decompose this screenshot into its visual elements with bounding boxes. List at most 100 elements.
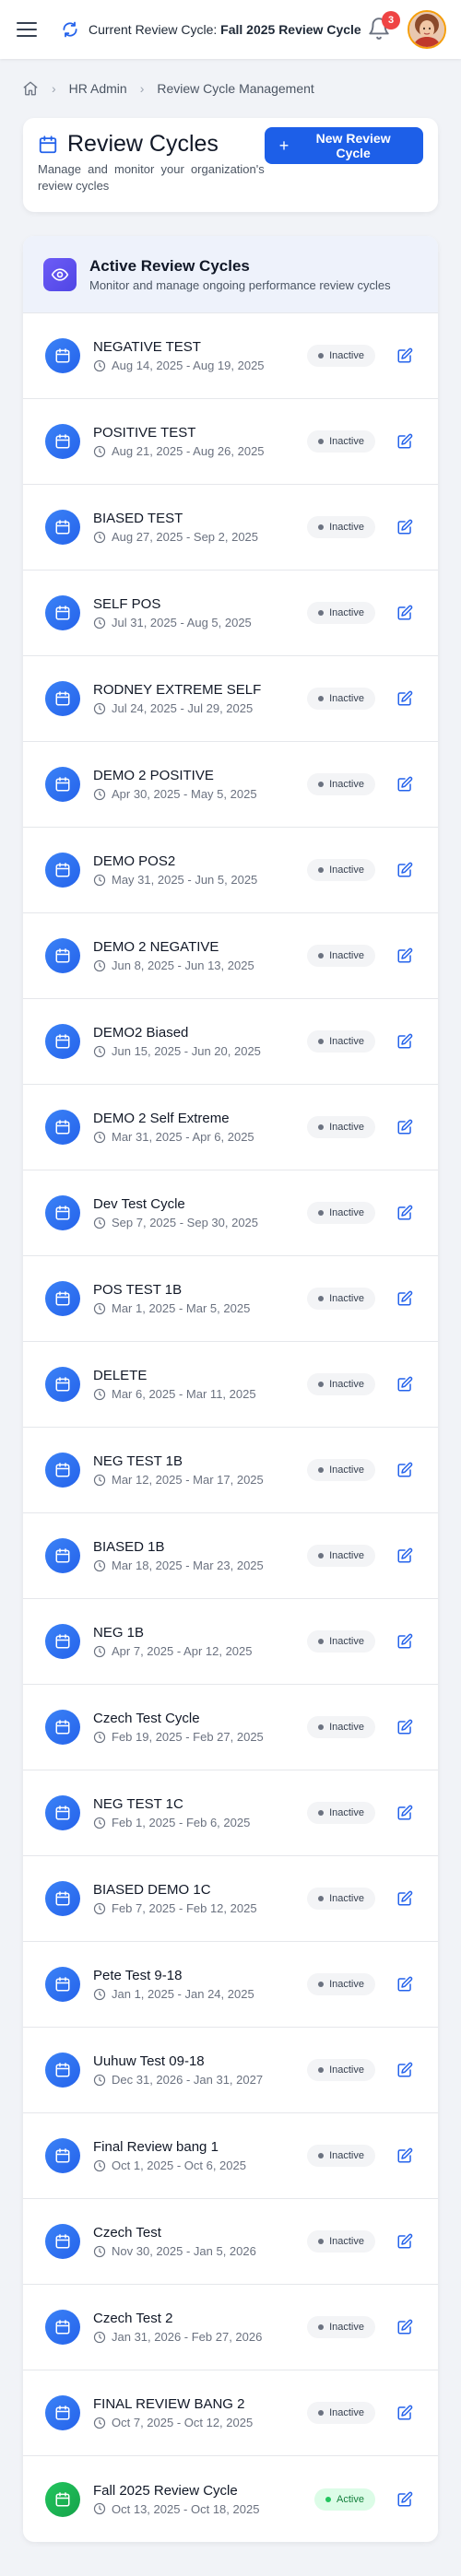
status-badge: Inactive [307, 1630, 375, 1653]
status-dot-icon [318, 2324, 325, 2330]
review-cycle-row[interactable]: NEGATIVE TEST Aug 14, 2025 - Aug 19, 2025… [23, 313, 438, 399]
review-cycle-row[interactable]: DEMO 2 Self Extreme Mar 31, 2025 - Apr 6,… [23, 1085, 438, 1170]
new-review-cycle-button[interactable]: + New Review Cycle [264, 127, 423, 164]
clock-icon [93, 788, 106, 801]
notifications-button[interactable]: 3 [367, 11, 400, 42]
menu-icon[interactable] [17, 22, 37, 37]
review-cycle-row[interactable]: Czech Test Nov 30, 2025 - Jan 5, 2026 Inac… [23, 2199, 438, 2285]
review-cycle-name: BIASED TEST [93, 511, 183, 526]
review-cycle-row[interactable]: Final Review bang 1 Oct 1, 2025 - Oct 6, … [23, 2113, 438, 2199]
edit-icon[interactable] [396, 604, 414, 622]
edit-icon[interactable] [396, 2490, 414, 2509]
calendar-icon [45, 1453, 80, 1488]
edit-icon[interactable] [396, 518, 414, 536]
edit-icon[interactable] [396, 861, 414, 879]
review-cycle-date-range: Jan 1, 2025 - Jan 24, 2025 [112, 1987, 254, 2001]
review-cycle-row[interactable]: SELF POS Jul 31, 2025 - Aug 5, 2025 Inacti… [23, 570, 438, 656]
review-cycle-date-range: Mar 18, 2025 - Mar 23, 2025 [112, 1559, 264, 1572]
edit-icon[interactable] [396, 1804, 414, 1822]
edit-icon[interactable] [396, 1032, 414, 1051]
review-cycle-row[interactable]: BIASED 1B Mar 18, 2025 - Mar 23, 2025 Inac… [23, 1513, 438, 1599]
edit-icon[interactable] [396, 432, 414, 451]
edit-icon[interactable] [396, 2061, 414, 2079]
edit-icon[interactable] [396, 2318, 414, 2336]
status-label: Inactive [329, 436, 364, 447]
status-badge: Inactive [307, 1459, 375, 1481]
review-cycle-date-range: Mar 31, 2025 - Apr 6, 2025 [112, 1130, 254, 1144]
edit-icon[interactable] [396, 2404, 414, 2422]
review-cycle-row[interactable]: Pete Test 9-18 Jan 1, 2025 - Jan 24, 2025… [23, 1942, 438, 2028]
review-cycle-row[interactable]: NEG TEST 1B Mar 12, 2025 - Mar 17, 2025 In… [23, 1428, 438, 1513]
edit-icon[interactable] [396, 2232, 414, 2251]
status-label: Inactive [329, 1636, 364, 1647]
edit-icon[interactable] [396, 1889, 414, 1908]
new-review-cycle-label: New Review Cycle [315, 131, 391, 160]
edit-icon[interactable] [396, 689, 414, 708]
review-cycle-row[interactable]: Czech Test 2 Jan 31, 2026 - Feb 27, 2026 I… [23, 2285, 438, 2370]
list-subtitle: Monitor and manage ongoing performance r… [89, 277, 391, 292]
edit-icon[interactable] [396, 2147, 414, 2165]
edit-icon[interactable] [396, 1547, 414, 1565]
review-cycle-rows: NEGATIVE TEST Aug 14, 2025 - Aug 19, 2025… [23, 313, 438, 2542]
review-cycle-dates: Jan 1, 2025 - Jan 24, 2025 [93, 1987, 307, 2001]
status-badge: Inactive [307, 688, 375, 710]
review-cycle-name: Final Review bang 1 [93, 2139, 219, 2155]
review-cycle-row[interactable]: Uuhuw Test 09-18 Dec 31, 2026 - Jan 31, 2… [23, 2028, 438, 2113]
edit-icon[interactable] [396, 947, 414, 965]
calendar-icon [45, 1367, 80, 1402]
edit-icon[interactable] [396, 1718, 414, 1736]
calendar-icon [45, 1110, 80, 1145]
review-cycle-row[interactable]: NEG 1B Apr 7, 2025 - Apr 12, 2025 Inactive [23, 1599, 438, 1685]
review-cycle-row[interactable]: DEMO POS2 May 31, 2025 - Jun 5, 2025 Inact… [23, 828, 438, 913]
review-cycle-date-range: Aug 27, 2025 - Sep 2, 2025 [112, 530, 259, 544]
status-dot-icon [318, 353, 325, 359]
edit-icon[interactable] [396, 1204, 414, 1222]
review-cycle-row[interactable]: POS TEST 1B Mar 1, 2025 - Mar 5, 2025 Inac… [23, 1256, 438, 1342]
clock-icon [93, 2417, 106, 2429]
edit-icon[interactable] [396, 1375, 414, 1394]
page-subtitle: Manage and monitor your organization's r… [38, 162, 265, 193]
edit-icon[interactable] [396, 1289, 414, 1308]
review-cycle-row[interactable]: RODNEY EXTREME SELF Jul 24, 2025 - Jul 29… [23, 656, 438, 742]
status-dot-icon [318, 1639, 325, 1644]
review-cycle-row[interactable]: DEMO 2 POSITIVE Apr 30, 2025 - May 5, 202… [23, 742, 438, 828]
review-cycle-dates: Jan 31, 2026 - Feb 27, 2026 [93, 2330, 307, 2344]
edit-icon[interactable] [396, 1975, 414, 1994]
status-badge: Inactive [307, 1116, 375, 1138]
review-cycle-name: POSITIVE TEST [93, 425, 196, 441]
status-badge: Inactive [307, 430, 375, 453]
review-cycle-row[interactable]: Fall 2025 Review Cycle Oct 13, 2025 - Oct… [23, 2456, 438, 2542]
status-badge: Inactive [307, 1802, 375, 1824]
review-cycle-row[interactable]: BIASED DEMO 1C Feb 7, 2025 - Feb 12, 2025… [23, 1856, 438, 1942]
user-avatar[interactable] [408, 10, 446, 49]
clock-icon [93, 2245, 106, 2258]
review-cycle-name: Uuhuw Test 09-18 [93, 2053, 205, 2069]
edit-icon[interactable] [396, 1461, 414, 1479]
review-cycle-row[interactable]: FINAL REVIEW BANG 2 Oct 7, 2025 - Oct 12,… [23, 2370, 438, 2456]
review-cycle-row[interactable]: DELETE Mar 6, 2025 - Mar 11, 2025 Inactive [23, 1342, 438, 1428]
review-cycle-row[interactable]: NEG TEST 1C Feb 1, 2025 - Feb 6, 2025 Inac… [23, 1770, 438, 1856]
review-cycle-date-range: Jul 24, 2025 - Jul 29, 2025 [112, 701, 254, 715]
edit-icon[interactable] [396, 347, 414, 365]
review-cycle-row[interactable]: BIASED TEST Aug 27, 2025 - Sep 2, 2025 Ina… [23, 485, 438, 570]
clock-icon [93, 1045, 106, 1058]
status-dot-icon [318, 1553, 325, 1559]
calendar-icon [45, 510, 80, 545]
review-cycle-row[interactable]: DEMO2 Biased Jun 15, 2025 - Jun 20, 2025 I… [23, 999, 438, 1085]
edit-icon[interactable] [396, 1118, 414, 1136]
edit-icon[interactable] [396, 1632, 414, 1651]
review-cycle-row[interactable]: Czech Test Cycle Feb 19, 2025 - Feb 27, 2… [23, 1685, 438, 1770]
review-cycle-name: NEG TEST 1B [93, 1453, 183, 1469]
status-badge: Inactive [307, 2145, 375, 2167]
clock-icon [93, 617, 106, 629]
calendar-icon [45, 338, 80, 373]
review-cycle-row[interactable]: POSITIVE TEST Aug 21, 2025 - Aug 26, 2025… [23, 399, 438, 485]
calendar-icon [45, 2224, 80, 2259]
calendar-icon [45, 1195, 80, 1230]
page-title: Review Cycles [67, 131, 219, 157]
review-cycle-row[interactable]: Dev Test Cycle Sep 7, 2025 - Sep 30, 2025… [23, 1170, 438, 1256]
review-cycle-row[interactable]: DEMO 2 NEGATIVE Jun 8, 2025 - Jun 13, 202… [23, 913, 438, 999]
edit-icon[interactable] [396, 775, 414, 794]
breadcrumb-hr-admin[interactable]: HR Admin [69, 81, 127, 96]
home-icon[interactable] [22, 80, 39, 97]
